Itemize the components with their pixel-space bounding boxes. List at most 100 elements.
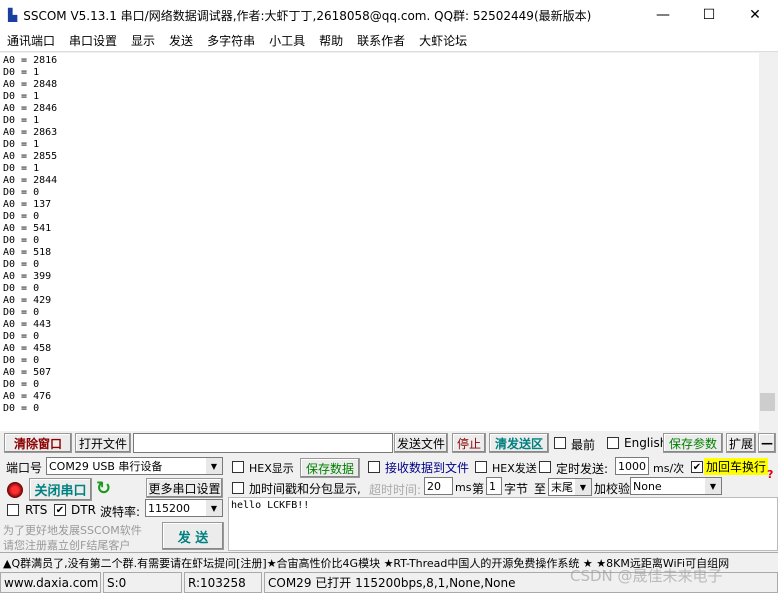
byte-end-select[interactable]: 末尾 ▼	[548, 478, 592, 496]
rts-checkbox[interactable]	[7, 504, 19, 516]
log-line: D0 = 0	[3, 187, 40, 198]
receive-log[interactable]: A0 = 2816 D0 = 1 A0 = 2848 D0 = 1 A0 = 2846 D…	[0, 53, 759, 431]
chevron-down-icon: ▼	[705, 478, 721, 494]
menu-item[interactable]: 多字符串	[200, 32, 262, 49]
timeout-unit: ms	[455, 481, 472, 494]
window-title: SSCOM V5.13.1 串口/网络数据调试器,作者:大虾丁丁,2618058…	[23, 8, 592, 23]
menu-item[interactable]: 小工具	[262, 32, 312, 49]
menu-item[interactable]: 显示	[124, 32, 162, 49]
chevron-down-icon: ▼	[575, 479, 591, 495]
log-line: A0 = 2855	[3, 151, 58, 162]
refresh-icon[interactable]: ↻	[96, 478, 111, 499]
save-params-button[interactable]: 保存参数	[663, 433, 723, 453]
collapse-button[interactable]: —	[758, 433, 776, 453]
chevron-down-icon: ▼	[206, 500, 222, 516]
port-label: 端口号	[6, 461, 43, 475]
byte-start-input[interactable]: 1	[486, 477, 502, 495]
baud-value: 115200	[148, 501, 190, 515]
hex-send-checkbox[interactable]	[475, 461, 487, 473]
port-value: COM29 USB 串行设备	[49, 460, 163, 473]
log-line: D0 = 0	[3, 307, 40, 318]
checksum-label: 加校验	[594, 482, 631, 496]
expand-button[interactable]: 扩展	[726, 433, 756, 453]
timed-send-label: 定时发送:	[556, 462, 609, 476]
timed-send-checkbox[interactable]	[539, 461, 551, 473]
rts-label: RTS	[25, 503, 48, 517]
send-textarea[interactable]: hello LCKFB!!	[228, 497, 778, 551]
log-line: D0 = 0	[3, 235, 40, 246]
clear-send-button[interactable]: 清发送区	[489, 433, 549, 453]
menu-item[interactable]: 串口设置	[62, 32, 124, 49]
byte-nth-label: 第	[472, 482, 485, 496]
port-status-indicator-icon	[7, 482, 23, 498]
checksum-select[interactable]: None ▼	[630, 477, 722, 495]
log-line: A0 = 2816	[3, 55, 58, 66]
append-crlf-label: 加回车换行	[704, 458, 769, 475]
log-line: D0 = 1	[3, 163, 40, 174]
clear-window-button[interactable]: 清除窗口	[4, 433, 72, 453]
log-line: A0 = 2863	[3, 127, 58, 138]
recv-to-file-label[interactable]: 接收数据到文件	[385, 459, 469, 476]
topmost-checkbox[interactable]	[554, 437, 566, 449]
open-file-button[interactable]: 打开文件	[75, 433, 131, 453]
app-icon: ▙	[8, 8, 18, 22]
log-line: D0 = 0	[3, 259, 40, 270]
send-button[interactable]: 发 送	[162, 522, 224, 550]
log-line: A0 = 518	[3, 247, 52, 258]
log-line: D0 = 0	[3, 283, 40, 294]
log-line: A0 = 476	[3, 391, 52, 402]
to-label: 至	[534, 482, 547, 496]
log-line: D0 = 0	[3, 211, 40, 222]
maximize-button[interactable]: ☐	[686, 0, 732, 30]
log-line: A0 = 458	[3, 343, 52, 354]
recv-to-file-checkbox[interactable]	[368, 461, 380, 473]
menu-item[interactable]: 通讯端口	[0, 32, 62, 49]
log-line: D0 = 0	[3, 355, 40, 366]
promo-line-1[interactable]: 为了更好地发展SSCOM软件	[3, 522, 142, 538]
help-icon[interactable]: ?	[767, 468, 773, 481]
file-path-input[interactable]	[133, 433, 393, 453]
interval-unit: ms/次	[653, 462, 685, 475]
promo-line-2[interactable]: 请您注册嘉立创F结尾客户	[3, 537, 130, 553]
hex-display-checkbox[interactable]	[232, 461, 244, 473]
append-crlf-checkbox[interactable]: ✔	[691, 461, 703, 473]
log-line: D0 = 0	[3, 331, 40, 342]
log-line: A0 = 429	[3, 295, 52, 306]
menu-item[interactable]: 联系作者	[350, 32, 412, 49]
more-port-settings-button[interactable]: 更多串口设置	[146, 478, 223, 498]
log-line: A0 = 2848	[3, 79, 58, 90]
dtr-checkbox[interactable]: ✔	[54, 504, 66, 516]
timeout-input[interactable]: 20	[424, 477, 453, 495]
stop-button[interactable]: 停止	[452, 433, 486, 453]
menu-item[interactable]: 发送	[162, 32, 200, 49]
send-file-button[interactable]: 发送文件	[394, 433, 448, 453]
hex-display-label: HEX显示	[249, 462, 294, 475]
byte-end-value: 末尾	[551, 481, 573, 494]
save-data-button[interactable]: 保存数据	[300, 458, 360, 478]
scrollbar-thumb[interactable]	[760, 393, 775, 411]
port-select[interactable]: COM29 USB 串行设备 ▼	[46, 457, 223, 475]
menu-item[interactable]: 大虾论坛	[412, 32, 474, 49]
timestamp-label: 加时间戳和分包显示,	[249, 482, 361, 496]
minimize-button[interactable]: —	[640, 0, 686, 30]
log-line: A0 = 541	[3, 223, 52, 234]
checksum-value: None	[633, 479, 662, 493]
log-line: D0 = 1	[3, 91, 40, 102]
timestamp-checkbox[interactable]	[232, 482, 244, 494]
log-line: A0 = 2846	[3, 103, 58, 114]
status-sent: S:0	[103, 572, 182, 593]
baud-select[interactable]: 115200 ▼	[145, 499, 223, 517]
scrollbar[interactable]	[759, 53, 777, 431]
title-bar: ▙ SSCOM V5.13.1 串口/网络数据调试器,作者:大虾丁丁,26180…	[0, 0, 778, 30]
log-line: D0 = 0	[3, 403, 40, 414]
log-line: A0 = 443	[3, 319, 52, 330]
status-site[interactable]: www.daxia.com	[0, 572, 101, 593]
menu-item[interactable]: 帮助	[312, 32, 350, 49]
log-line: D0 = 0	[3, 379, 40, 390]
hex-send-label: HEX发送	[492, 462, 537, 475]
close-port-button[interactable]: 关闭串口	[29, 478, 92, 501]
english-checkbox[interactable]	[607, 437, 619, 449]
close-button[interactable]: ✕	[732, 0, 778, 30]
interval-input[interactable]: 1000	[615, 457, 649, 475]
log-line: D0 = 1	[3, 115, 40, 126]
